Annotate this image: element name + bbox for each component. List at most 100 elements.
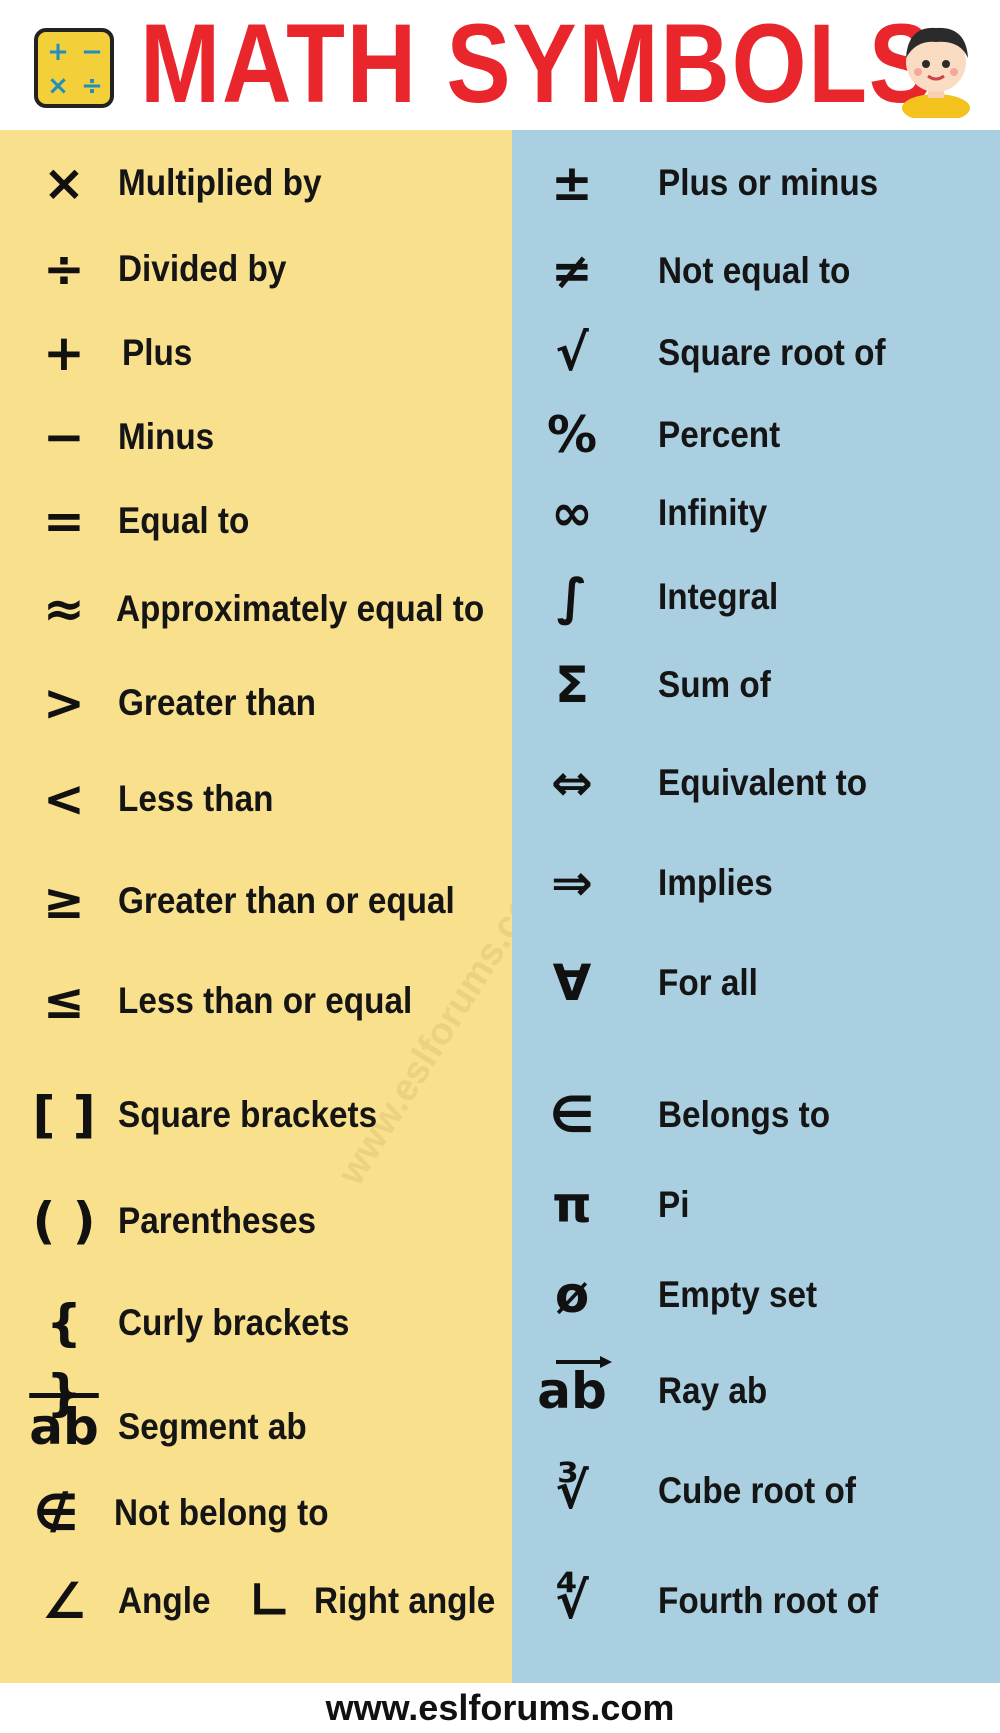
symbol-label: Curly brackets — [118, 1302, 350, 1343]
symbol-label: Angle — [118, 1580, 211, 1621]
symbol-label: Right angle — [314, 1580, 496, 1621]
fourth-root-symbol: ∜ — [555, 1572, 589, 1630]
approx-symbol: ≈ — [43, 580, 85, 638]
symbol-label: Divided by — [118, 248, 287, 289]
for-all-symbol: ∀ — [552, 954, 592, 1012]
implies-symbol: ⇒ — [551, 854, 593, 912]
symbol-label: Implies — [658, 862, 773, 903]
integral-symbol: ∫ — [556, 568, 588, 626]
footer-url: www.eslforums.com — [325, 1687, 675, 1728]
symbol-row: = Equal to — [0, 486, 512, 556]
symbol-label: Empty set — [658, 1274, 818, 1315]
belongs-to-symbol: ∈ — [549, 1086, 595, 1144]
symbol-label: Parentheses — [118, 1200, 317, 1241]
symbol-label: Minus — [118, 416, 215, 457]
right-column: ± Plus or minus ≠ Not equal to √ Square … — [512, 130, 1000, 1683]
symbol-row: [ ] Square brackets — [0, 1080, 512, 1150]
symbol-label: For all — [658, 962, 758, 1003]
child-cartoon-icon — [902, 27, 970, 118]
symbol-row: ∉ Not belong to — [0, 1478, 512, 1548]
symbol-label: Infinity — [658, 492, 768, 533]
left-column: www.eslforums.com × Multiplied by ÷ Divi… — [0, 130, 561, 1683]
symbol-label: Square root of — [658, 332, 886, 373]
plus-minus-symbol: ± — [551, 154, 593, 212]
symbol-row: × Multiplied by — [0, 148, 512, 218]
symbol-label: Segment ab — [118, 1406, 307, 1447]
equal-symbol: = — [43, 492, 85, 550]
symbol-row: ÷ Divided by — [0, 234, 512, 304]
equivalent-symbol: ⇔ — [551, 754, 593, 812]
symbol-row: > Greater than — [0, 668, 512, 738]
times-cell: × — [47, 71, 69, 101]
symbol-row: < Less than — [0, 764, 512, 834]
pi-symbol: π — [552, 1176, 592, 1234]
infographic: + − × ÷ MATH SYMBOLS www.eslforums.com ×… — [0, 0, 1000, 1733]
symbol-row: ∈ Belongs to — [512, 1080, 1000, 1150]
not-equal-symbol: ≠ — [551, 242, 593, 300]
symbol-row: ∀ For all — [512, 948, 1000, 1018]
symbol-label: Less than — [118, 778, 274, 819]
symbol-row: ± Plus or minus — [512, 148, 1000, 218]
right-angle-symbol: ∟ — [249, 1572, 291, 1630]
multiply-symbol: × — [43, 154, 85, 212]
minus-cell: − — [81, 37, 103, 67]
symbol-label: Not belong to — [114, 1492, 329, 1533]
segment-symbol: ab — [29, 1398, 99, 1456]
symbol-row: ∠ Angle ∟ Right angle — [0, 1566, 512, 1636]
infinity-symbol: ∞ — [551, 484, 593, 542]
symbol-row: ⇔ Equivalent to — [512, 748, 1000, 818]
symbol-label: Plus or minus — [658, 162, 879, 203]
symbol-row: ab Segment ab — [0, 1392, 512, 1462]
square-brackets-symbol: [ ] — [32, 1086, 96, 1144]
greater-equal-symbol: ≥ — [43, 872, 85, 930]
divide-symbol: ÷ — [43, 240, 85, 298]
symbol-label: Greater than — [118, 682, 317, 723]
symbol-row: ≥ Greater than or equal — [0, 866, 512, 936]
plus-cell: + — [47, 37, 69, 67]
calculator-icon: + − × ÷ — [34, 28, 114, 108]
header: + − × ÷ MATH SYMBOLS — [0, 0, 1000, 130]
not-belong-symbol: ∉ — [33, 1484, 79, 1542]
greater-than-symbol: > — [43, 674, 85, 732]
symbol-row: ∫ Integral — [512, 562, 1000, 632]
symbol-row: √ Square root of — [512, 318, 1000, 388]
symbol-label: Fourth root of — [658, 1580, 879, 1621]
symbol-row: % Percent — [512, 400, 1000, 470]
symbol-label: Pi — [658, 1184, 690, 1225]
symbol-row: { } Curly brackets — [0, 1288, 512, 1422]
symbol-row: ø Empty set — [512, 1260, 1000, 1330]
symbol-label: Cube root of — [658, 1470, 856, 1511]
symbol-label: Multiplied by — [118, 162, 322, 203]
symbol-row: ∜ Fourth root of — [512, 1566, 1000, 1636]
curly-brackets-symbol: { } — [46, 1294, 82, 1422]
angle-symbol: ∠ — [41, 1572, 87, 1630]
less-equal-symbol: ≤ — [43, 972, 85, 1030]
less-than-symbol: < — [43, 770, 85, 828]
symbol-row: Σ Sum of — [512, 650, 1000, 720]
page-title: MATH SYMBOLS — [140, 1, 935, 126]
plus-symbol: + — [43, 324, 85, 382]
symbol-row: π Pi — [512, 1170, 1000, 1240]
square-root-symbol: √ — [555, 324, 589, 382]
symbol-row: ≈ Approximately equal to — [0, 574, 512, 644]
symbol-label: Plus — [122, 332, 193, 373]
symbol-row: ⇒ Implies — [512, 848, 1000, 918]
symbol-row: + Plus — [0, 318, 512, 388]
symbol-label: Square brackets — [118, 1094, 378, 1135]
symbol-row: ab Ray ab — [512, 1356, 1000, 1426]
cube-root-symbol: ∛ — [555, 1462, 589, 1520]
ray-arrow-icon — [556, 1356, 612, 1368]
symbol-label: Percent — [658, 414, 781, 455]
symbol-row: ≤ Less than or equal — [0, 966, 512, 1036]
symbol-label: Not equal to — [658, 250, 851, 291]
symbol-row: ∛ Cube root of — [512, 1456, 1000, 1526]
parentheses-symbol: ( ) — [32, 1192, 96, 1250]
symbol-label: Sum of — [658, 664, 771, 705]
sum-symbol: Σ — [554, 656, 590, 714]
footer: www.eslforums.com — [0, 1683, 1000, 1733]
minus-symbol: − — [43, 408, 85, 466]
symbol-row: ( ) Parentheses — [0, 1186, 512, 1256]
symbol-label: Greater than or equal — [118, 880, 455, 921]
symbol-label: Less than or equal — [118, 980, 413, 1021]
symbol-label: Equivalent to — [658, 762, 868, 803]
